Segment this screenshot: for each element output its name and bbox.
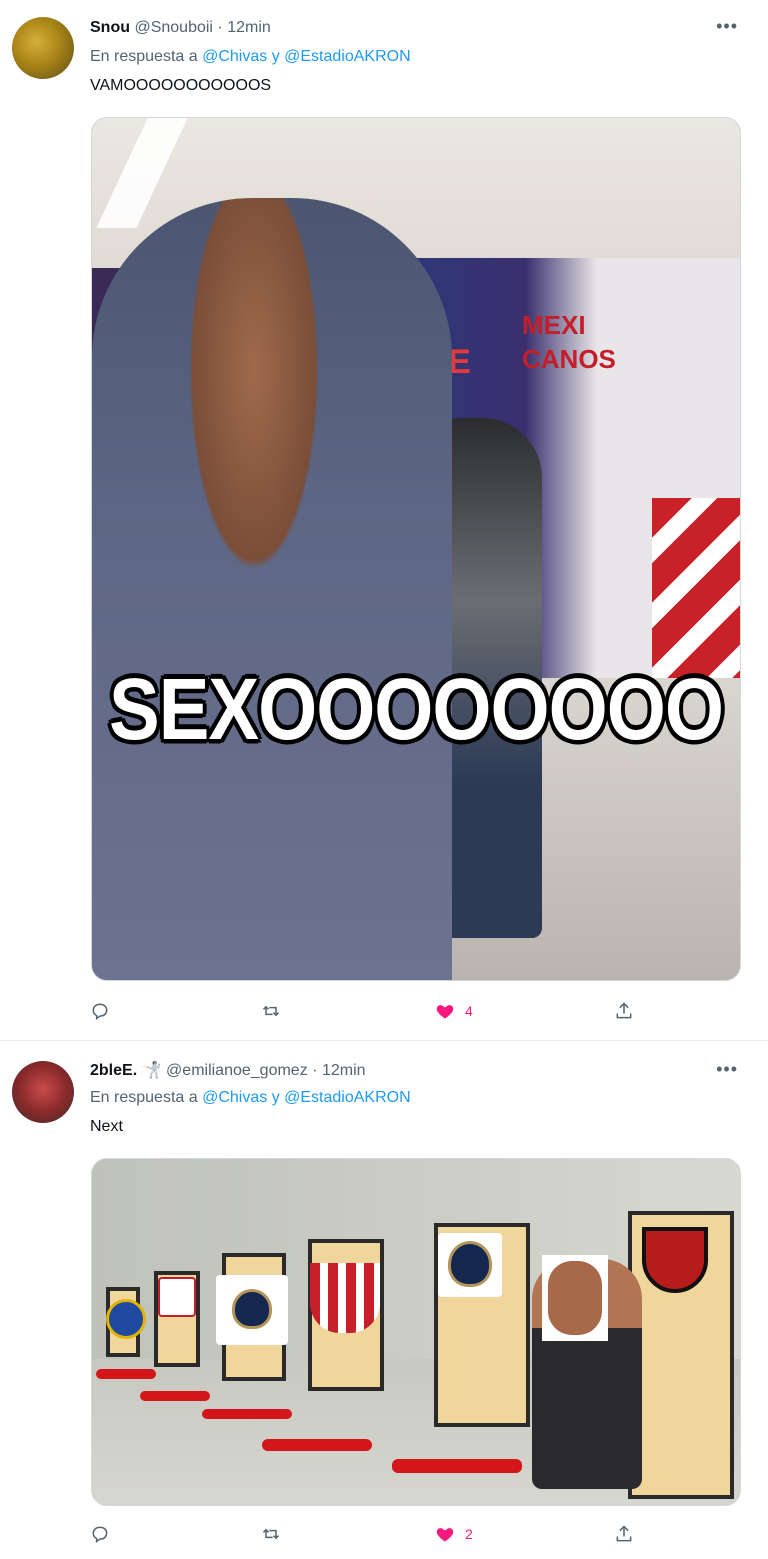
mention-link[interactable]: @Chivas [202,48,267,65]
like-count: 4 [465,1003,473,1019]
share-button[interactable] [614,1522,634,1546]
tweet-header: Snou @Snouboii · 12min [90,18,271,38]
face-photo [548,1261,602,1335]
fencer-emoji-icon: 🤺 [141,1062,162,1079]
retweet-button[interactable] [261,1522,291,1546]
team-logo [158,1277,196,1317]
blood-splash [392,1459,522,1473]
share-icon [616,1002,632,1019]
pasted-face [542,1255,608,1341]
share-button[interactable] [614,999,634,1023]
blood-splash [140,1391,210,1401]
mention-link[interactable]: @Chivas [202,1089,267,1106]
timestamp[interactable]: 12min [322,1062,366,1079]
heart-icon [436,1005,454,1019]
team-logo [106,1299,146,1339]
more-icon[interactable]: ••• [716,1059,738,1080]
like-button[interactable]: 2 [435,1522,473,1546]
handle[interactable]: @emilianoe_gomez [166,1062,308,1079]
blood-splash [262,1439,372,1451]
avatar[interactable] [12,1061,74,1123]
tweet-actions: 2 [90,1522,650,1546]
reply-context: En respuesta a @Chivas y @EstadioAKRON [90,47,411,67]
separator: · [312,1062,318,1079]
blood-splash [202,1409,292,1419]
reply-conjunction: y [271,1089,280,1106]
share-icon [616,1525,632,1542]
wall-sign-line: CANOS [522,344,616,374]
reply-icon [92,1003,108,1020]
heart-icon [436,1528,454,1542]
striped-wall-panel [652,498,740,678]
blood-splash [96,1369,156,1379]
handle[interactable]: @Snouboii [134,19,213,36]
pumas-logo [448,1241,492,1287]
foreground-man [92,198,452,980]
reply-conjunction: y [271,48,280,65]
reply-prefix: En respuesta a [90,1089,198,1106]
tweet-media-image[interactable] [91,1158,741,1506]
retweet-button[interactable] [261,999,291,1023]
like-count: 2 [465,1526,473,1542]
tweet-text: VAMOOOOOOOOOOOS [90,77,272,94]
avatar[interactable] [12,17,74,79]
display-name[interactable]: Snou [90,19,130,36]
atlas-logo [642,1227,708,1293]
reply-prefix: En respuesta a [90,48,198,65]
meme-caption: SEXOOOOOOOO [109,660,724,759]
tweet-header: 2bleE. 🤺 @emilianoe_gomez · 12min [90,1061,366,1081]
reply-context: En respuesta a @Chivas y @EstadioAKRON [90,1088,411,1108]
tweet-media-image[interactable]: NCE MEXI CANOS SEXOOOOOOOO [91,117,741,981]
wall-sign-line: MEXI [522,310,586,340]
retweet-icon [262,1528,280,1540]
timestamp[interactable]: 12min [227,19,271,36]
wall-sign-text: MEXI CANOS [522,308,616,376]
mention-link[interactable]: @EstadioAKRON [284,48,411,65]
reply-icon [92,1526,108,1543]
tweet[interactable]: Snou @Snouboii · 12min ••• En respuesta … [0,0,768,1040]
like-button[interactable]: 4 [435,999,473,1023]
more-icon[interactable]: ••• [716,16,738,37]
tweet-actions: 4 [90,999,650,1023]
separator: · [217,19,223,36]
mention-link[interactable]: @EstadioAKRON [284,1089,411,1106]
pumas-logo [232,1289,272,1329]
team-logo [310,1263,380,1333]
reply-button[interactable] [90,1522,120,1546]
retweet-icon [262,1005,280,1017]
reply-button[interactable] [90,999,120,1023]
display-name[interactable]: 2bleE. [90,1062,137,1079]
tweet-text: Next [90,1118,123,1135]
tweet[interactable]: 2bleE. 🤺 @emilianoe_gomez · 12min ••• En… [0,1041,768,1559]
